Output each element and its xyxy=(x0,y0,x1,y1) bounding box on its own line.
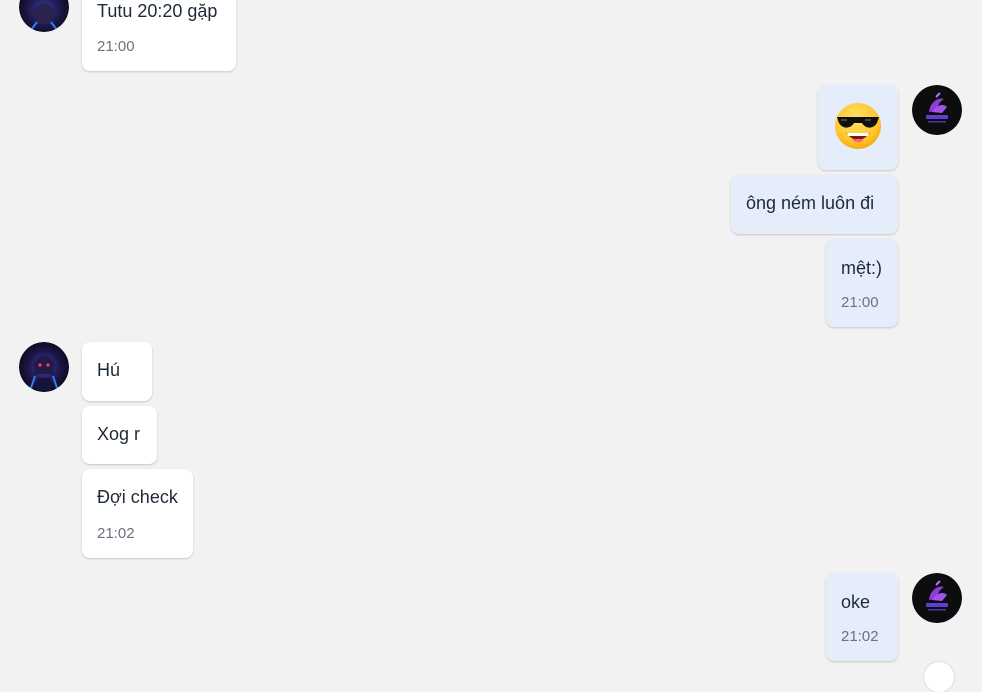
message-bubble[interactable]: Tutu 20:20 gặp 21:00 xyxy=(82,0,236,71)
message-text: mệt:) xyxy=(841,258,883,278)
message-text: ông ném luôn đi xyxy=(746,193,875,213)
message-bubble[interactable]: ông ném luôn đi xyxy=(731,175,898,234)
message-text: Đợi check xyxy=(97,487,178,507)
nct-logo-icon xyxy=(912,573,962,623)
message-text: oke xyxy=(841,592,871,612)
message-bubble[interactable]: Đợi check 21:02 xyxy=(82,469,193,558)
message-bubble[interactable]: Xog r xyxy=(82,406,157,464)
nct-logo-icon xyxy=(912,85,962,135)
message-text: Xog r xyxy=(97,424,141,444)
contact-avatar-image xyxy=(19,0,69,32)
message-timestamp: 21:02 xyxy=(97,525,135,542)
contact-avatar[interactable] xyxy=(19,0,69,32)
message-text: Hú xyxy=(97,360,121,380)
smiling-face-with-sunglasses-icon xyxy=(832,99,884,151)
message-bubble[interactable]: oke 21:02 xyxy=(826,573,898,661)
message-timestamp: 21:00 xyxy=(841,294,879,311)
scroll-to-bottom-button[interactable] xyxy=(924,662,954,692)
contact-avatar-image xyxy=(19,342,69,392)
user-avatar[interactable] xyxy=(912,85,962,135)
message-text: Tutu 20:20 gặp xyxy=(97,1,218,21)
chat-message-list: Tutu 20:20 gặp 21:00 ông ném luôn đi mệt… xyxy=(0,0,982,692)
message-bubble[interactable]: mệt:) 21:00 xyxy=(826,239,898,327)
message-timestamp: 21:00 xyxy=(97,38,135,55)
message-bubble[interactable]: Hú xyxy=(82,342,152,401)
message-timestamp: 21:02 xyxy=(841,628,879,645)
contact-avatar[interactable] xyxy=(19,342,69,392)
user-avatar[interactable] xyxy=(912,573,962,623)
message-bubble[interactable] xyxy=(818,85,898,170)
